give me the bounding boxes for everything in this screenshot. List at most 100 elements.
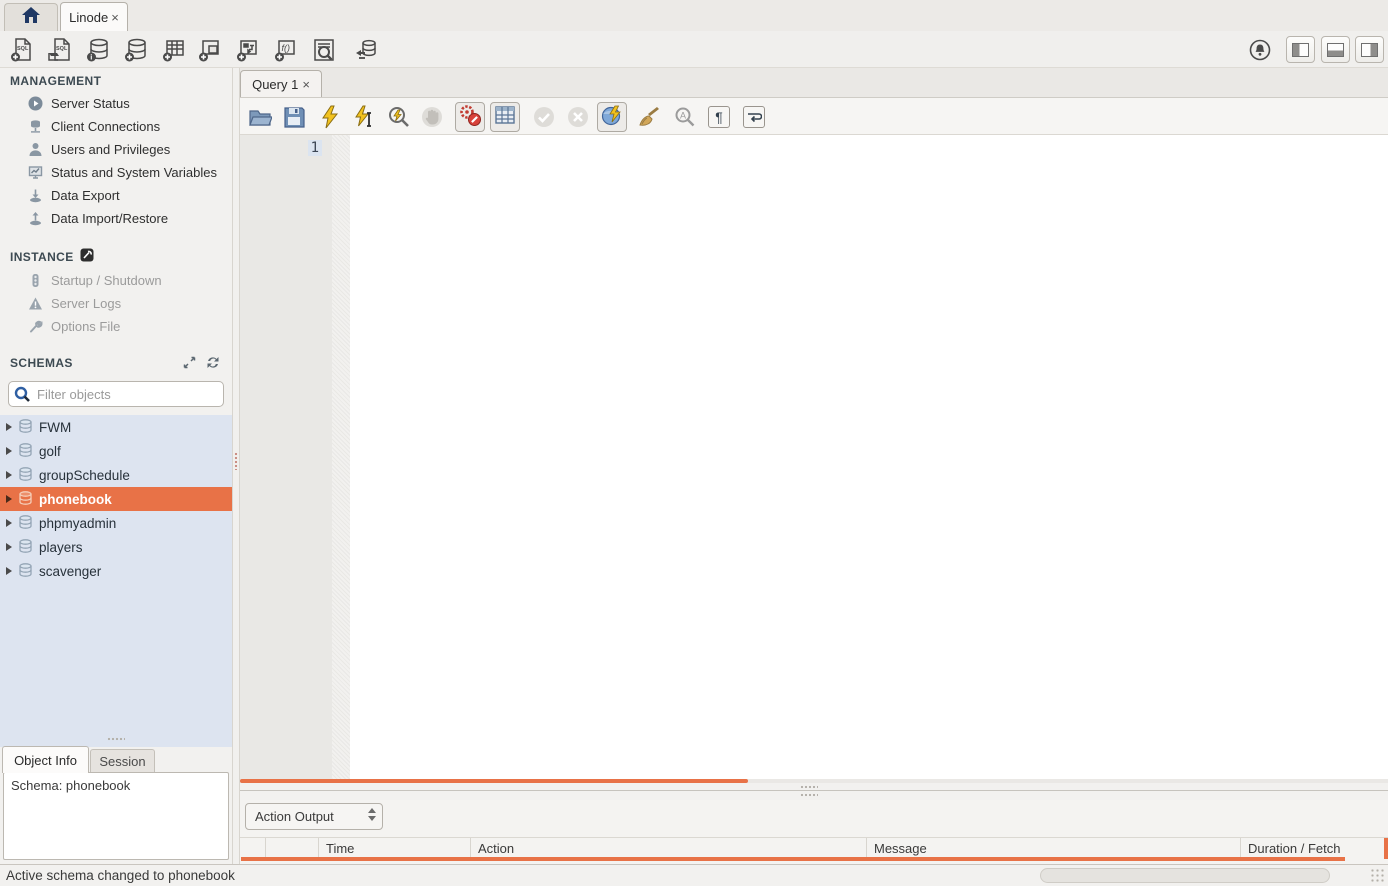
splitter-grip-icon (800, 785, 818, 789)
schema-icon (18, 563, 33, 580)
tab-query-1[interactable]: Query 1 × (240, 70, 322, 97)
output-panel: Action Output Time Action Message Durati… (240, 800, 1388, 864)
window-resize-grip-icon[interactable] (1370, 868, 1385, 883)
home-icon (21, 6, 41, 29)
output-splitter[interactable] (240, 783, 1388, 800)
limit-rows-icon (493, 103, 517, 132)
beautify-icon[interactable] (637, 104, 663, 130)
toggle-output-area-button[interactable] (1321, 36, 1350, 63)
header-time-column[interactable]: Time (319, 838, 471, 859)
create-schema-icon[interactable] (122, 36, 150, 64)
schema-tree: FWM golf groupSchedule phonebook phpmyad (0, 415, 232, 747)
system-variables-icon (27, 165, 43, 181)
server-status-icon (27, 96, 43, 112)
expander-icon[interactable] (6, 471, 12, 479)
sidebar-item-client-connections[interactable]: Client Connections (0, 115, 232, 138)
commit-icon (531, 104, 557, 130)
schema-row-groupschedule[interactable]: groupSchedule (0, 463, 232, 487)
schema-row-phpmyadmin[interactable]: phpmyadmin (0, 511, 232, 535)
close-icon[interactable]: × (302, 77, 310, 92)
sql-editor[interactable]: 1 (240, 135, 1388, 779)
header-index-column (266, 838, 319, 859)
sidebar-item-options-file[interactable]: Options File (0, 315, 232, 338)
expand-schemas-icon[interactable] (183, 356, 196, 372)
tab-session[interactable]: Session (90, 749, 155, 773)
schema-row-phonebook[interactable]: phonebook (0, 487, 232, 511)
notifications-icon[interactable] (1246, 36, 1274, 64)
select-stepper-icon[interactable] (368, 808, 376, 821)
expander-icon[interactable] (6, 519, 12, 527)
splitter-grip-icon (800, 793, 818, 797)
create-view-icon[interactable] (196, 36, 224, 64)
schema-icon (18, 419, 33, 436)
connection-tab-linode[interactable]: Linode × (60, 2, 128, 31)
inspect-database-icon[interactable]: i (84, 36, 112, 64)
toggle-secondary-sidebar-button[interactable] (1355, 36, 1384, 63)
schema-row-golf[interactable]: golf (0, 439, 232, 463)
startup-shutdown-icon (27, 273, 43, 289)
action-output-header-row: Time Action Message Duration / Fetch (240, 837, 1388, 859)
sql-editor-toolbar: A ¶ (240, 97, 1388, 135)
create-table-icon[interactable] (160, 36, 188, 64)
expander-icon[interactable] (6, 495, 12, 503)
sidebar-item-users-privileges[interactable]: Users and Privileges (0, 138, 232, 161)
toggle-stop-on-error-button[interactable] (455, 102, 485, 132)
close-icon[interactable]: × (111, 10, 119, 25)
schema-row-players[interactable]: players (0, 535, 232, 559)
main-toolbar: SQL SQL i f() (0, 31, 1388, 68)
svg-text:SQL: SQL (17, 46, 29, 52)
output-type-select[interactable]: Action Output (245, 803, 383, 830)
open-sql-script-icon[interactable]: SQL (46, 36, 74, 64)
filter-objects-input[interactable] (8, 381, 224, 407)
execute-current-icon[interactable] (351, 104, 377, 130)
schema-filter (8, 381, 224, 407)
open-script-icon[interactable] (247, 104, 273, 130)
toggle-autocommit-button[interactable] (597, 102, 627, 132)
sidebar-item-data-export[interactable]: Data Export (0, 184, 232, 207)
show-invisibles-icon[interactable]: ¶ (706, 104, 732, 130)
limit-rows-button[interactable] (490, 102, 520, 132)
output-vertical-scrollbar[interactable] (1384, 838, 1388, 859)
expander-icon[interactable] (6, 567, 12, 575)
sidebar-item-startup-shutdown[interactable]: Startup / Shutdown (0, 269, 232, 292)
explain-icon[interactable] (386, 104, 412, 130)
bottom-scrollbar-thumb[interactable] (1040, 868, 1330, 883)
data-export-icon (27, 188, 43, 204)
expander-icon[interactable] (6, 543, 12, 551)
toggle-left-sidebar-button[interactable] (1286, 36, 1315, 63)
execute-icon[interactable] (317, 104, 343, 130)
home-tab[interactable] (4, 3, 58, 31)
header-action-column[interactable]: Action (471, 838, 867, 859)
expander-icon[interactable] (6, 423, 12, 431)
refresh-schemas-icon[interactable] (206, 356, 220, 372)
create-stored-procedure-icon[interactable] (234, 36, 262, 64)
query-tab-bar: Query 1 × (240, 68, 1388, 97)
sidebar-splitter[interactable] (232, 68, 240, 864)
panel-splitter-handle[interactable] (107, 737, 125, 741)
header-duration-column[interactable]: Duration / Fetch (1241, 838, 1388, 859)
schema-row-fwm[interactable]: FWM (0, 415, 232, 439)
object-info-text: Schema: phonebook (3, 772, 229, 860)
sidebar-item-server-logs[interactable]: Server Logs (0, 292, 232, 315)
new-sql-tab-icon[interactable]: SQL (8, 36, 36, 64)
reconnect-dbms-icon[interactable] (352, 36, 380, 64)
svg-text:A: A (680, 111, 686, 121)
line-number-gutter: 1 (240, 135, 332, 779)
tab-object-info[interactable]: Object Info (2, 746, 89, 773)
sidebar-item-status-system-variables[interactable]: Status and System Variables (0, 161, 232, 184)
output-horizontal-scrollbar[interactable] (241, 857, 1345, 861)
header-message-column[interactable]: Message (867, 838, 1241, 859)
save-script-icon[interactable] (281, 104, 307, 130)
create-function-icon[interactable]: f() (272, 36, 300, 64)
sidebar-item-server-status[interactable]: Server Status (0, 92, 232, 115)
left-pane-icon (1292, 43, 1309, 57)
schema-icon (18, 491, 33, 508)
search-table-data-icon[interactable] (310, 36, 338, 64)
sidebar-item-data-import[interactable]: Data Import/Restore (0, 207, 232, 230)
stop-icon (419, 104, 445, 130)
expander-icon[interactable] (6, 447, 12, 455)
connection-tab-label: Linode (69, 10, 108, 25)
wrap-text-icon[interactable] (741, 104, 767, 130)
schema-row-scavenger[interactable]: scavenger (0, 559, 232, 583)
status-bar: Active schema changed to phonebook (0, 864, 1388, 886)
